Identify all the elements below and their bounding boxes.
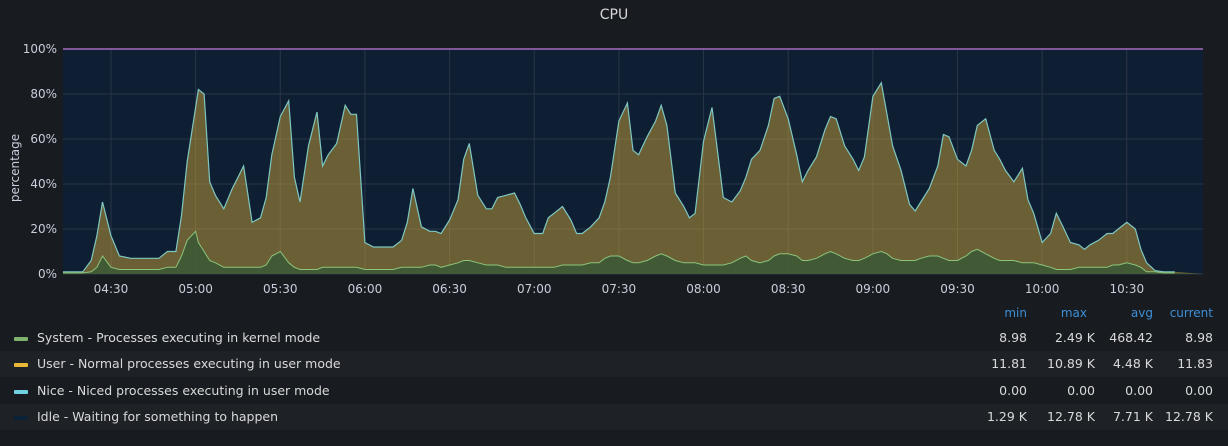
legend-avg: 7.71 K [1112,409,1153,424]
legend-row-idle[interactable]: Idle - Waiting for something to happen 1… [0,404,1228,430]
legend-max: 2.49 K [1054,330,1095,345]
legend-min: 1.29 K [986,409,1027,424]
series-color-swatch [14,416,28,420]
legend-col-min[interactable]: min [1004,306,1027,320]
legend-current: 0.00 [1185,383,1213,398]
x-tick-label: 08:30 [771,282,806,296]
series-color-swatch [14,363,28,367]
legend-row-system[interactable]: System - Processes executing in kernel m… [0,325,1228,351]
series-color-swatch [14,337,28,341]
legend-avg: 4.48 K [1112,356,1153,371]
x-tick-label: 05:00 [178,282,213,296]
legend-row-user[interactable]: User - Normal processes executing in use… [0,351,1228,377]
y-axis: 0% 20% 40% 60% 80% 100% [23,42,57,281]
legend-col-max[interactable]: max [1061,306,1087,320]
x-tick-label: 05:30 [263,282,298,296]
y-tick-label: 0% [38,267,57,281]
x-tick-label: 10:00 [1025,282,1060,296]
legend-row-nice[interactable]: Nice - Niced processes executing in user… [0,378,1228,404]
x-tick-label: 09:00 [856,282,891,296]
x-tick-label: 08:00 [686,282,721,296]
legend-min: 8.98 [999,330,1027,345]
legend-max: 12.78 K [1047,409,1095,424]
y-tick-label: 100% [23,42,57,56]
legend-current: 8.98 [1185,330,1213,345]
legend-col-avg[interactable]: avg [1131,306,1153,320]
y-axis-label: percentage [8,134,22,202]
legend-label[interactable]: System - Processes executing in kernel m… [37,325,320,351]
legend-header: min max avg current [0,306,1228,322]
legend-min: 11.81 [991,356,1027,371]
legend-max: 0.00 [1067,383,1095,398]
x-tick-label: 09:30 [940,282,975,296]
legend-max: 10.89 K [1047,356,1095,371]
legend-min: 0.00 [999,383,1027,398]
cpu-chart[interactable]: 0%20%40%60%80%100% 04:30 05:00 05:30 06:00 0… [0,0,1228,300]
legend-avg: 468.42 [1109,330,1153,345]
y-tick-label: 20% [30,222,57,236]
x-tick-label: 06:30 [432,282,467,296]
legend-label[interactable]: Nice - Niced processes executing in user… [37,378,330,404]
legend-current: 11.83 [1177,356,1213,371]
legend-col-current[interactable]: current [1170,306,1213,320]
legend-label[interactable]: User - Normal processes executing in use… [37,351,341,377]
legend-current: 12.78 K [1165,409,1213,424]
legend-label[interactable]: Idle - Waiting for something to happen [37,404,278,430]
x-tick-label: 10:30 [1110,282,1145,296]
y-tick-label: 60% [30,132,57,146]
x-tick-label: 04:30 [94,282,129,296]
x-tick-label: 07:00 [517,282,552,296]
y-tick-label: 80% [30,87,57,101]
legend-avg: 0.00 [1125,383,1153,398]
cpu-panel: CPU 0% 20% 40% 60% 80% 100% 04:30 05:00 05:30 06… [0,0,1228,446]
x-tick-label: 07:30 [602,282,637,296]
series-color-swatch [14,390,28,394]
y-tick-label: 40% [30,177,57,191]
x-tick-label: 06:00 [348,282,383,296]
x-axis: 04:30 05:00 05:30 06:00 06:30 07:00 07:30 08:00… [94,282,1144,296]
